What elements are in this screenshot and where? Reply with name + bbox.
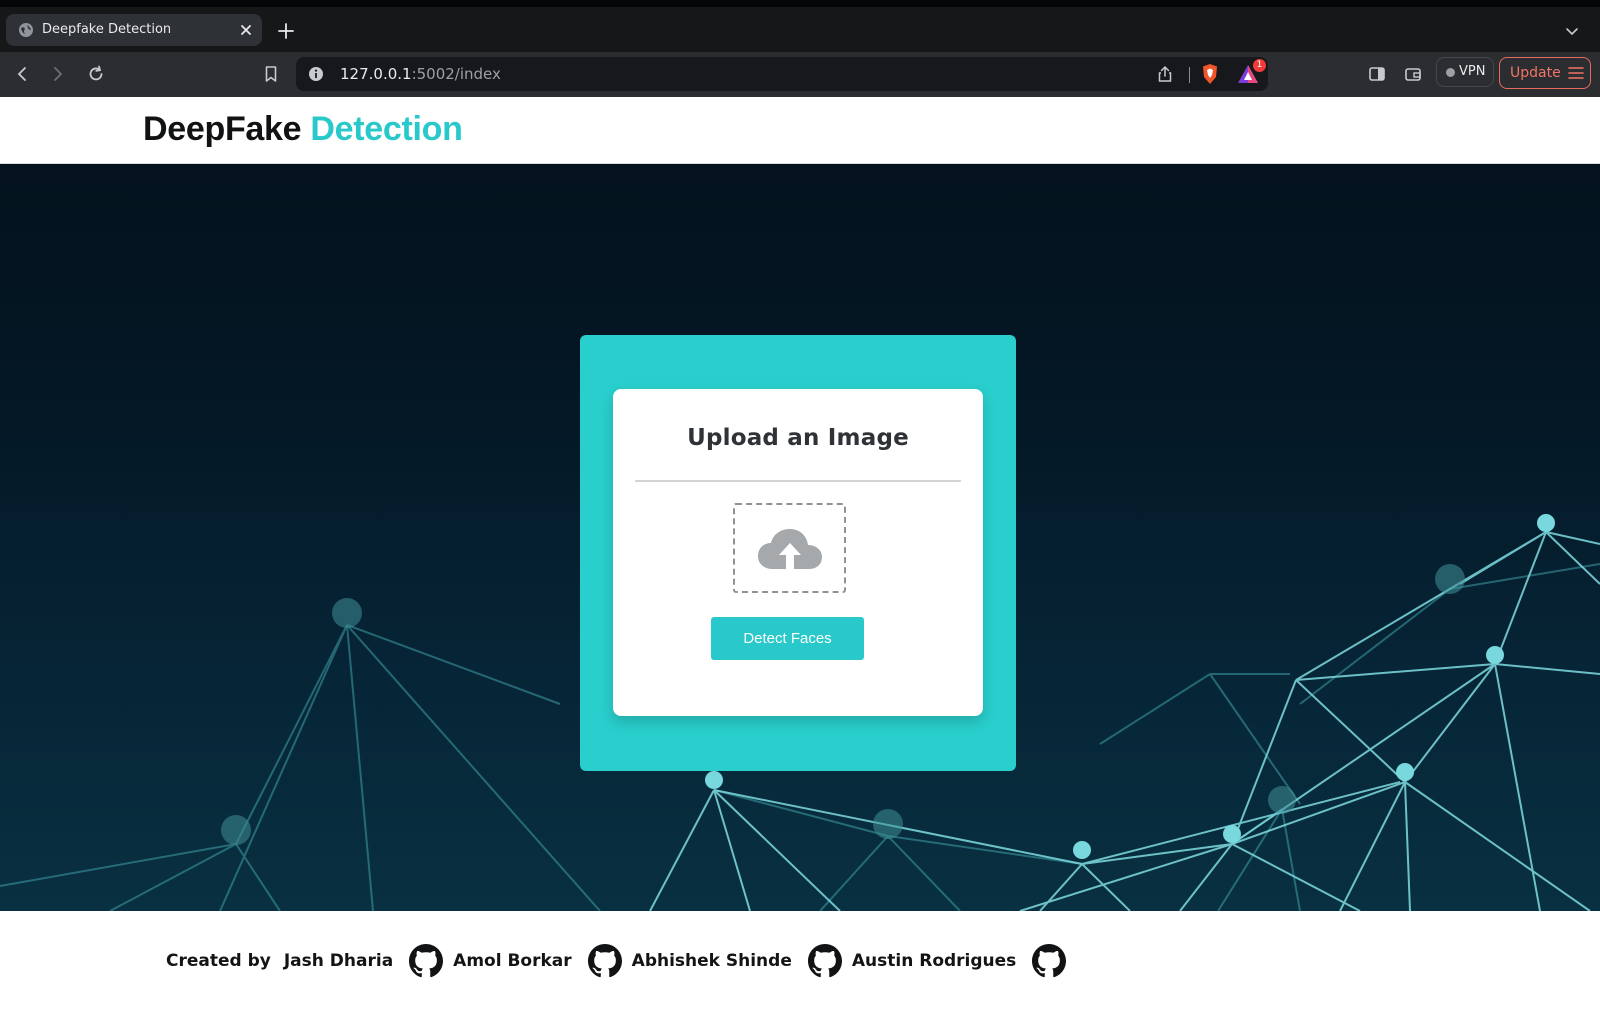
update-label: Update: [1510, 65, 1561, 81]
upload-title: Upload an Image: [687, 425, 909, 451]
globe-icon: [19, 23, 33, 37]
author-name: Amol Borkar: [453, 951, 572, 971]
rewards-count-badge: 1: [1253, 59, 1266, 72]
site-footer: Created by Jash Dharia Amol Borkar Abhis…: [0, 911, 1600, 1009]
wallet-icon[interactable]: [1403, 64, 1423, 84]
browser-toolbar: 127.0.0.1:5002/index 1 VPN Update: [0, 52, 1600, 97]
brave-shields-icon[interactable]: [1200, 63, 1220, 85]
vpn-label: VPN: [1459, 64, 1486, 79]
site-logo[interactable]: DeepFake Detection: [143, 110, 463, 149]
brand-name-second: Detection: [310, 110, 463, 148]
sidebar-toggle-icon[interactable]: [1367, 64, 1387, 84]
upload-card-frame: Upload an Image Detect Faces: [580, 335, 1016, 771]
github-icon[interactable]: [409, 944, 444, 978]
tab-title: Deepfake Detection: [42, 22, 172, 37]
upload-card: Upload an Image Detect Faces: [613, 389, 983, 716]
new-tab-icon[interactable]: [276, 21, 296, 41]
github-icon[interactable]: [1032, 944, 1067, 978]
hero-section: Upload an Image Detect Faces: [0, 164, 1600, 911]
credits-row: Created by Jash Dharia Amol Borkar Abhis…: [166, 943, 1076, 979]
site-header: DeepFake Detection: [0, 97, 1600, 164]
author-name: Jash Dharia: [283, 951, 394, 971]
close-tab-icon[interactable]: [238, 22, 254, 38]
created-by-label: Created by: [166, 951, 271, 971]
vpn-button[interactable]: VPN: [1436, 57, 1494, 87]
window-top-edge: [0, 0, 1600, 7]
cloud-upload-icon: [758, 529, 822, 569]
detect-faces-button[interactable]: Detect Faces: [711, 617, 864, 660]
reload-icon[interactable]: [86, 64, 106, 84]
update-button[interactable]: Update: [1499, 57, 1591, 89]
address-bar-separator: [1189, 67, 1190, 83]
tab-strip: Deepfake Detection: [0, 7, 1600, 52]
author-name: Austin Rodrigues: [851, 951, 1017, 971]
card-divider: [635, 480, 961, 482]
github-icon[interactable]: [587, 944, 622, 978]
github-icon[interactable]: [807, 944, 842, 978]
share-icon[interactable]: [1156, 65, 1174, 83]
hamburger-menu-icon: [1568, 67, 1584, 79]
forward-icon[interactable]: [48, 64, 68, 84]
brand-name-first: DeepFake: [143, 110, 302, 148]
bookmark-icon[interactable]: [261, 64, 281, 84]
browser-tab-active[interactable]: Deepfake Detection: [6, 14, 262, 46]
chevron-down-icon[interactable]: [1564, 23, 1580, 39]
image-upload-dropzone[interactable]: [733, 503, 846, 593]
site-info-icon[interactable]: [308, 66, 324, 82]
url-host: 127.0.0.1: [340, 65, 412, 83]
url-text[interactable]: 127.0.0.1:5002/index: [340, 65, 501, 83]
back-icon[interactable]: [12, 64, 32, 84]
address-bar[interactable]: 127.0.0.1:5002/index 1: [296, 57, 1268, 91]
author-name: Abhishek Shinde: [631, 951, 792, 971]
url-path: :5002/index: [411, 65, 501, 83]
vpn-status-dot: [1446, 68, 1455, 77]
